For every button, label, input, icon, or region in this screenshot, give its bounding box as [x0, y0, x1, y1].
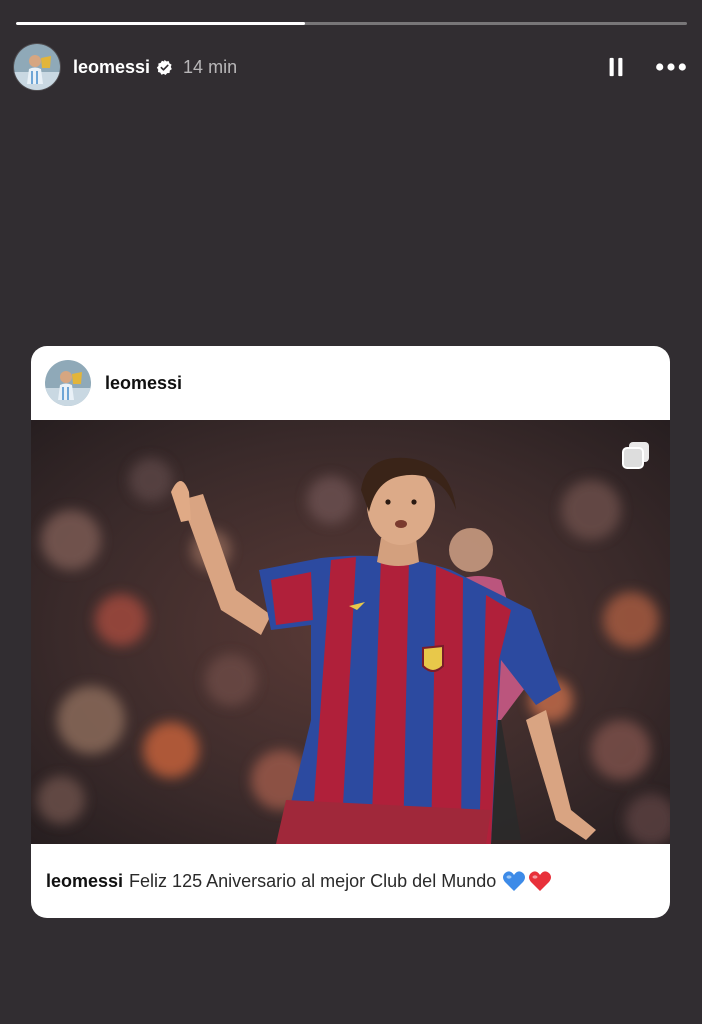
red-heart-icon	[528, 870, 552, 892]
story-avatar[interactable]	[14, 44, 60, 90]
verified-badge-icon	[156, 59, 173, 76]
post-username[interactable]: leomessi	[105, 373, 182, 394]
blue-heart-icon	[502, 870, 526, 892]
pause-icon[interactable]	[604, 55, 628, 79]
post-caption: leomessi Feliz 125 Aniversario al mejor …	[31, 844, 670, 918]
more-options-icon[interactable]	[654, 55, 688, 79]
story-username[interactable]: leomessi	[73, 57, 150, 78]
avatar-image	[14, 44, 60, 90]
caption-username[interactable]: leomessi	[46, 871, 123, 892]
shared-post-card[interactable]: leomessi leomessi Feliz 125 Aniversario …	[31, 346, 670, 918]
post-photo[interactable]	[31, 420, 670, 844]
post-avatar[interactable]	[45, 360, 91, 406]
story-header: leomessi 14 min	[14, 43, 688, 91]
player-celebration-image	[31, 420, 670, 844]
carousel-icon	[621, 440, 651, 470]
post-header: leomessi	[31, 346, 670, 420]
story-progress-bar	[16, 22, 687, 25]
story-viewer[interactable]: leomessi 14 min leomessi leomessi Feliz …	[0, 0, 702, 1024]
post-avatar-image	[45, 360, 91, 406]
caption-text: Feliz 125 Aniversario al mejor Club del …	[129, 870, 497, 891]
story-progress-fill	[16, 22, 305, 25]
story-timestamp: 14 min	[183, 56, 238, 77]
